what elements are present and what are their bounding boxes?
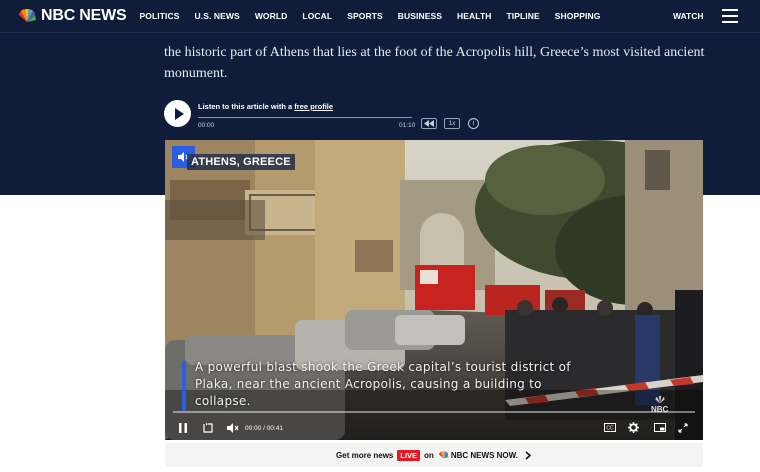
nbc-news-now-promo[interactable]: Get more news LIVE on NBC NEWS NOW. [165,443,703,467]
video-player[interactable]: ATHENS, GREECE A powerful blast shook th… [165,140,703,440]
audio-play-button[interactable] [164,100,191,127]
promo-prefix: Get more news [336,450,394,460]
watch-link[interactable]: WATCH [673,11,704,21]
rewind-icon [424,120,434,127]
listen-prefix: Listen to this article with a [198,102,293,111]
audio-progress-bar[interactable] [198,117,412,118]
video-progress-bar[interactable] [173,411,695,413]
nav-menu: POLITICS U.S. NEWS WORLD LOCAL SPORTS BU… [140,11,616,21]
nav-item-sports[interactable]: SPORTS [347,11,383,21]
nav-item-shopping[interactable]: SHOPPING [555,11,601,21]
audio-duration: 01:10 [399,122,416,129]
article-text: the historic part of Athens that lies at… [164,45,705,81]
promo-brand: NBC NEWS NOW. [450,450,518,460]
nav-item-local[interactable]: LOCAL [302,11,332,21]
nav-item-world[interactable]: WORLD [255,11,288,21]
nav-item-us-news[interactable]: U.S. NEWS [195,11,240,21]
clipped-text-line [164,25,709,34]
article-paragraph: the historic part of Athens that lies at… [164,42,709,84]
location-tag: ATHENS, GREECE [187,154,295,170]
brand-name: NBC NEWS [41,7,127,24]
volume-icon[interactable] [227,423,239,433]
peacock-icon [18,9,36,22]
peacock-icon [438,451,449,459]
info-icon[interactable]: i [468,118,479,129]
settings-gear-icon[interactable] [628,422,639,433]
play-icon [174,107,184,120]
audio-rewind-button[interactable] [421,118,437,129]
live-badge: LIVE [397,449,421,461]
nav-item-business[interactable]: BUSINESS [398,11,442,21]
nav-item-health[interactable]: HEALTH [457,11,491,21]
video-caption: A powerful blast shook the Greek capital… [195,360,571,408]
speed-label: 1x [448,120,456,127]
nav-item-tipline[interactable]: TIPLINE [506,11,539,21]
fullscreen-icon[interactable] [678,423,688,433]
nbc-news-logo[interactable]: NBC NEWS [17,7,127,25]
peacock-watermark-icon [655,396,665,404]
audio-current-time: 00:00 [198,122,215,129]
video-controls: 00:00 / 00:41 CC [165,419,703,440]
caption-accent [182,361,186,411]
listen-prompt: Listen to this article with a free profi… [198,102,333,111]
replay-icon[interactable] [202,423,214,433]
picture-in-picture-icon[interactable] [654,423,666,432]
svg-text:CC: CC [606,426,614,432]
closed-captions-icon[interactable]: CC [604,423,616,432]
free-profile-link[interactable]: free profile [294,102,333,111]
audio-speed-button[interactable]: 1x [444,118,460,129]
pause-icon[interactable] [179,423,187,433]
promo-on: on [424,450,434,460]
video-time: 00:00 / 00:41 [245,425,283,432]
chevron-right-icon [525,450,532,460]
menu-icon[interactable] [722,9,738,23]
nav-item-politics[interactable]: POLITICS [140,11,180,21]
